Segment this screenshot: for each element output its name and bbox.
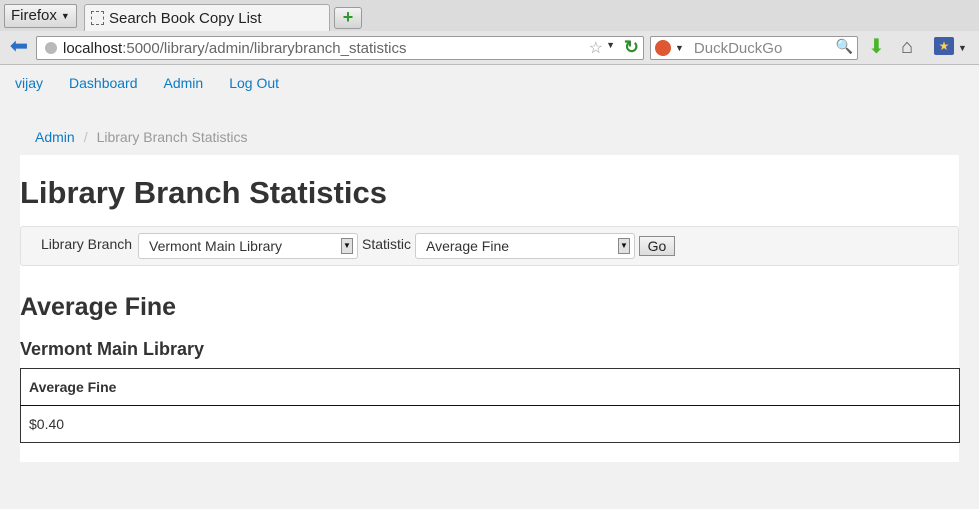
url-host: localhost (63, 39, 123, 57)
section-title: Average Fine (20, 293, 177, 321)
nav-dashboard-link[interactable]: Dashboard (69, 75, 138, 91)
url-bar[interactable]: localhost:5000/library/admin/librarybran… (36, 36, 644, 60)
table-header-cell: Average Fine (20, 368, 960, 406)
bookmarks-dropdown-icon[interactable]: ▼ (958, 43, 967, 53)
table-cell: $0.40 (20, 405, 960, 443)
nav-user-link[interactable]: vijay (15, 75, 43, 91)
globe-icon (45, 42, 57, 54)
page-favicon-icon (91, 11, 104, 25)
search-placeholder: DuckDuckGo (693, 39, 783, 57)
history-dropdown-icon[interactable]: ▼ (606, 40, 615, 50)
bookmark-star-icon[interactable]: ☆ (589, 38, 603, 58)
breadcrumb-current: Library Branch Statistics (96, 129, 248, 145)
breadcrumb-admin-link[interactable]: Admin (35, 129, 75, 145)
chevron-down-icon: ▼ (60, 11, 70, 21)
breadcrumb-separator: / (83, 129, 88, 145)
firefox-menu-button[interactable]: Firefox ▼ (4, 4, 77, 28)
binoculars-icon[interactable]: 🔍 (836, 38, 853, 55)
back-arrow-icon[interactable]: ⬅ (6, 35, 32, 58)
bookmarks-icon[interactable]: ★ (934, 37, 954, 55)
home-icon[interactable]: ⌂ (901, 37, 913, 57)
statistics-table: Average Fine $0.40 (20, 368, 960, 443)
statistic-select-value: Average Fine (426, 238, 510, 254)
branch-subtitle: Vermont Main Library (20, 339, 205, 359)
statistic-select[interactable]: Average Fine ▼ (415, 233, 635, 259)
go-button[interactable]: Go (639, 236, 675, 256)
duckduckgo-icon[interactable] (655, 40, 671, 56)
top-navigation: vijay Dashboard Admin Log Out (15, 75, 305, 91)
statistics-filter-form: Library Branch Vermont Main Library ▼ St… (20, 226, 959, 266)
page-viewport: vijay Dashboard Admin Log Out Admin / Li… (0, 65, 979, 509)
nav-logout-link[interactable]: Log Out (229, 75, 279, 91)
browser-nav-bar: ⬅ localhost:5000/library/admin/librarybr… (0, 31, 979, 65)
breadcrumb: Admin / Library Branch Statistics (20, 119, 959, 155)
search-engine-dropdown-icon[interactable]: ▼ (675, 43, 684, 53)
search-bar[interactable]: ▼ DuckDuckGo 🔍 (650, 36, 858, 60)
statistic-label: Statistic (362, 236, 412, 252)
chevron-down-icon: ▼ (618, 238, 630, 254)
branch-label: Library Branch (41, 236, 133, 252)
browser-tab[interactable]: Search Book Copy List (84, 4, 330, 31)
main-content: Library Branch Statistics Library Branch… (20, 155, 960, 462)
url-path: :5000/library/admin/librarybranch_statis… (122, 39, 407, 57)
firefox-menu-label: Firefox (11, 7, 57, 24)
tab-title: Search Book Copy List (109, 9, 262, 27)
page-title: Library Branch Statistics (20, 175, 387, 210)
branch-select-value: Vermont Main Library (149, 238, 283, 254)
chevron-down-icon: ▼ (341, 238, 353, 254)
nav-admin-link[interactable]: Admin (164, 75, 204, 91)
download-arrow-icon[interactable]: ⬇ (868, 37, 885, 57)
branch-select[interactable]: Vermont Main Library ▼ (138, 233, 358, 259)
table-row: $0.40 (20, 405, 960, 443)
new-tab-button[interactable]: + (334, 7, 362, 29)
reload-icon[interactable]: ↻ (624, 37, 639, 58)
table-header-row: Average Fine (20, 368, 960, 406)
browser-tab-bar: Firefox ▼ Search Book Copy List + (0, 0, 979, 32)
